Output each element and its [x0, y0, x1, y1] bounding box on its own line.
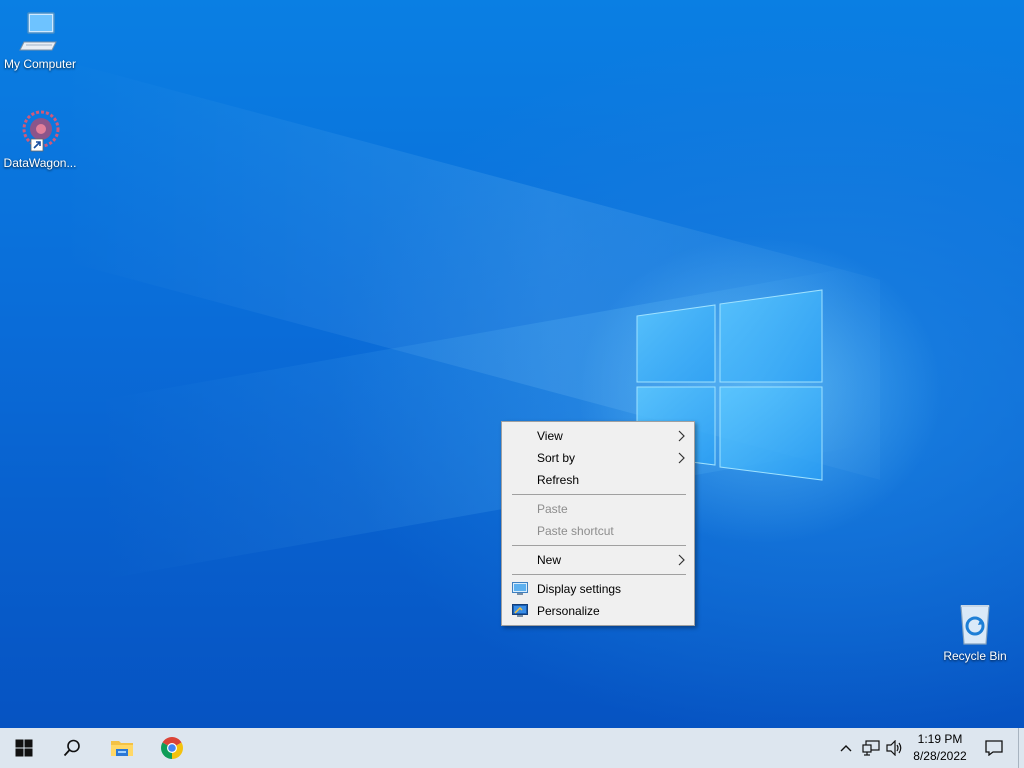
menu-item-label: Display settings [537, 582, 622, 596]
start-button[interactable] [0, 728, 48, 768]
desktop-icon-label: Recycle Bin [943, 649, 1007, 663]
clock-time: 1:19 PM [917, 732, 963, 746]
menu-item-label: Sort by [537, 451, 576, 465]
menu-item-personalize[interactable]: Personalize [504, 600, 692, 622]
notifications-icon [985, 740, 1003, 756]
desktop-icon-label: My Computer [3, 57, 77, 71]
chevron-up-icon [840, 745, 852, 752]
desktop-icon-datawagon[interactable]: DataWagon... [0, 107, 80, 170]
file-explorer-icon [111, 741, 133, 756]
display-settings-icon [512, 582, 528, 595]
chevron-right-icon [678, 430, 685, 442]
clock-date: 8/28/2022 [913, 749, 967, 763]
menu-item-paste-shortcut: Paste shortcut [504, 520, 692, 542]
menu-separator [512, 494, 686, 495]
menu-item-label: New [537, 553, 562, 567]
menu-item-label: Paste shortcut [537, 524, 614, 538]
start-icon [15, 739, 33, 757]
taskbar-clock[interactable]: 1:19 PM 8/28/2022 [906, 731, 974, 765]
menu-item-label: View [537, 429, 563, 443]
desktop-context-menu: View Sort by Refresh Paste Paste shortcu… [501, 421, 695, 626]
action-center-button[interactable] [976, 728, 1012, 768]
volume-button[interactable] [883, 728, 907, 768]
show-desktop-divider[interactable] [1018, 728, 1019, 768]
datawagon-shortcut-icon [22, 110, 60, 152]
chevron-right-icon [678, 452, 685, 464]
menu-item-paste: Paste [504, 498, 692, 520]
menu-separator [512, 574, 686, 575]
menu-item-sort-by[interactable]: Sort by [504, 447, 692, 469]
desktop-icon-recycle-bin[interactable]: Recycle Bin [935, 602, 1015, 663]
menu-item-refresh[interactable]: Refresh [504, 469, 692, 491]
desktop-icon-my-computer[interactable]: My Computer [0, 10, 80, 71]
personalize-icon [512, 604, 528, 617]
chevron-right-icon [678, 554, 685, 566]
menu-item-new[interactable]: New [504, 549, 692, 571]
search-button[interactable] [48, 728, 96, 768]
chrome-icon [161, 737, 183, 759]
chrome-button[interactable] [148, 728, 196, 768]
network-icon [862, 740, 880, 756]
menu-item-label: Paste [537, 502, 568, 516]
computer-icon [19, 12, 57, 51]
volume-icon [886, 740, 902, 756]
taskbar: 1:19 PM 8/28/2022 [0, 728, 1024, 768]
desktop-icon-label: DataWagon... [3, 156, 77, 170]
menu-item-label: Refresh [537, 473, 580, 487]
menu-item-label: Personalize [537, 604, 600, 618]
menu-separator [512, 545, 686, 546]
menu-item-display-settings[interactable]: Display settings [504, 578, 692, 600]
search-icon [63, 739, 80, 757]
show-hidden-icons-button[interactable] [834, 728, 858, 768]
file-explorer-button[interactable] [98, 728, 146, 768]
desktop[interactable]: My Computer DataWagon... Recycle Bin Vie… [0, 0, 1024, 728]
recycle-bin-icon [960, 605, 990, 645]
network-button[interactable] [859, 728, 883, 768]
menu-item-view[interactable]: View [504, 425, 692, 447]
